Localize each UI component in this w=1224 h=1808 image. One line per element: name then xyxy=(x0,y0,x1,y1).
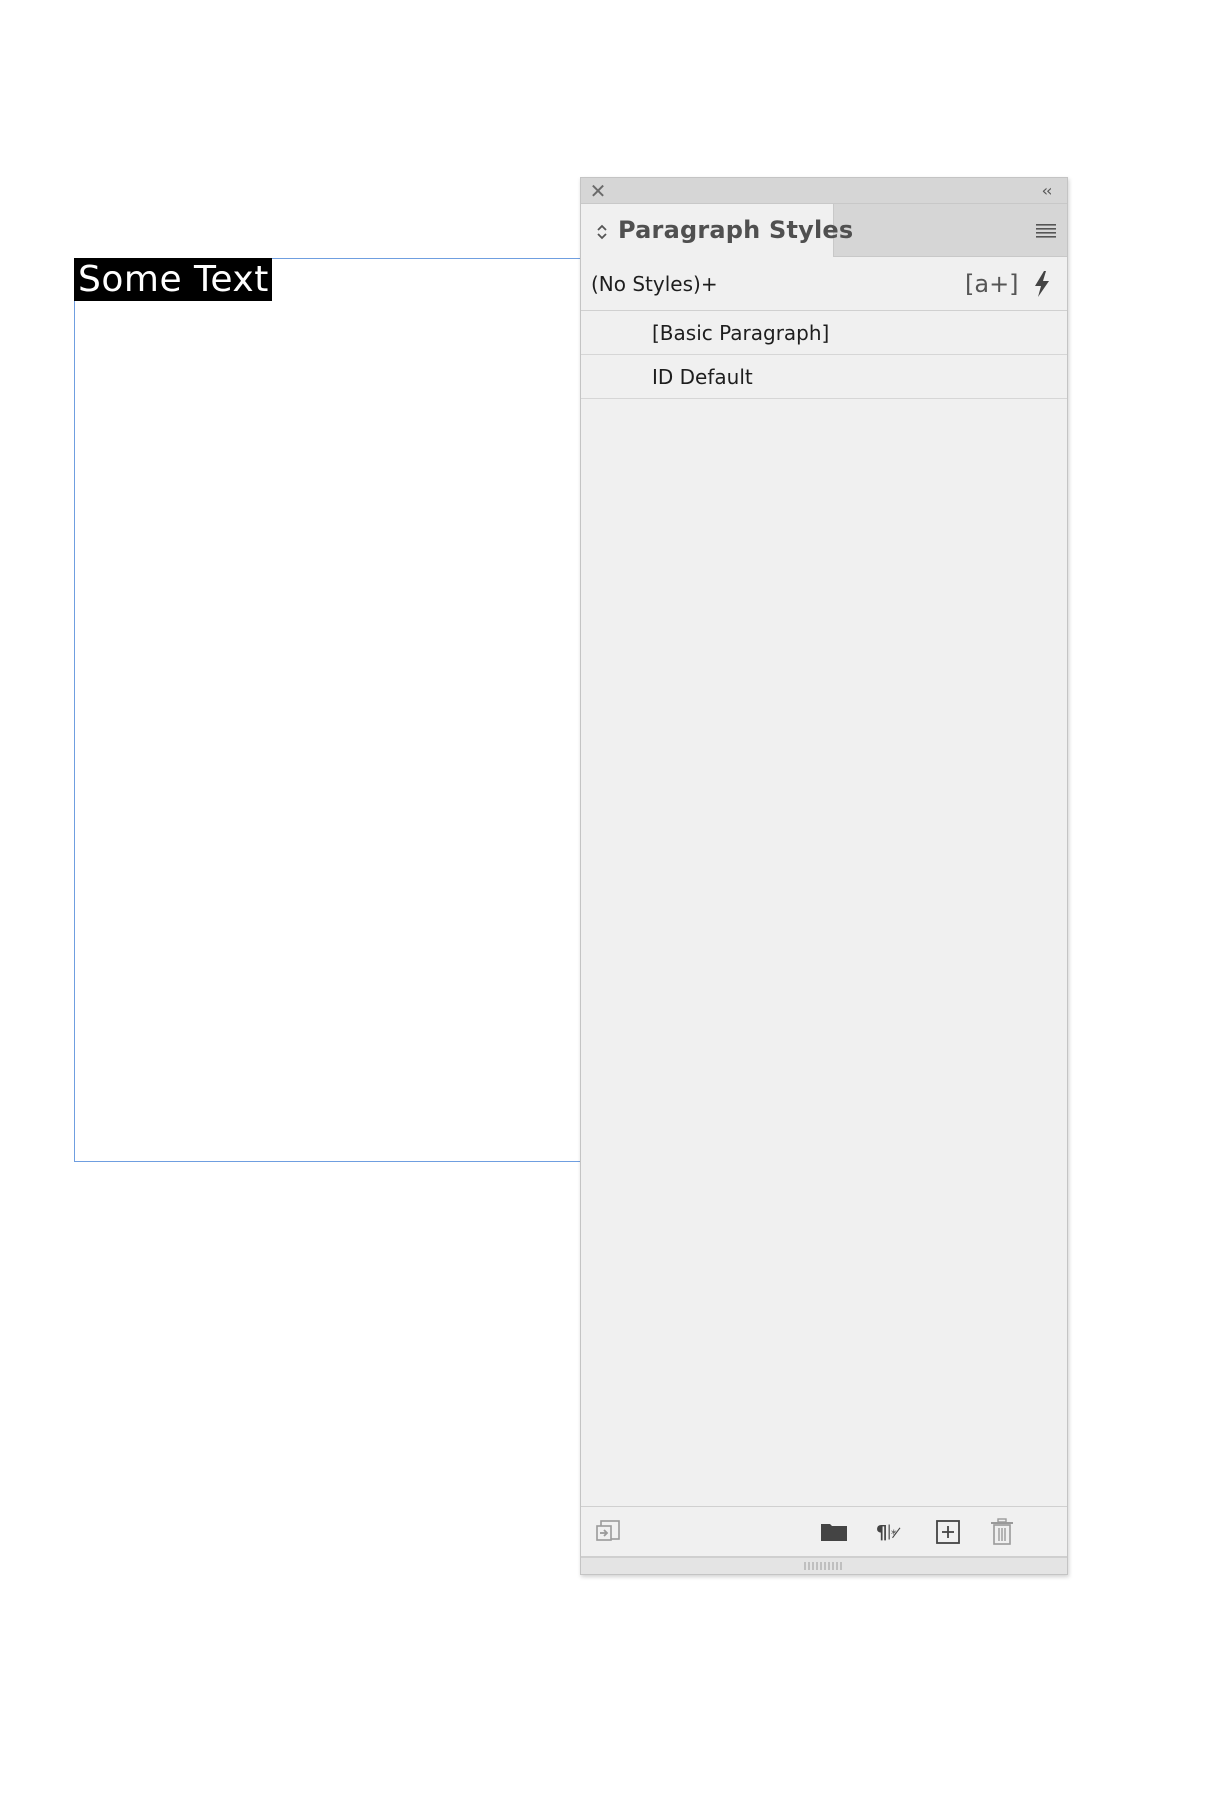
list-item[interactable]: ID Default xyxy=(581,355,1067,399)
clear-overrides-icon[interactable]: ¶ * xyxy=(875,1517,905,1547)
load-styles-icon[interactable] xyxy=(594,1517,624,1547)
text-frame[interactable] xyxy=(74,258,584,1162)
panel-titlebar[interactable]: ✕ ‹‹ xyxy=(581,178,1067,204)
style-list: [Basic Paragraph] ID Default xyxy=(581,311,1067,399)
list-item[interactable]: [Basic Paragraph] xyxy=(581,311,1067,355)
panel-tab-strip: Paragraph Styles xyxy=(581,204,1067,257)
new-group-folder-icon[interactable] xyxy=(819,1517,849,1547)
hamburger-menu-icon[interactable] xyxy=(1035,223,1057,239)
lightning-bolt-icon[interactable] xyxy=(1029,269,1055,299)
panel-footer: ¶ * xyxy=(581,1506,1067,1556)
collapse-double-chevron-icon[interactable]: ‹‹ xyxy=(1035,181,1057,201)
new-style-icon[interactable] xyxy=(933,1517,963,1547)
document-page: Some Text ✕ ‹‹ Paragraph Styles (No Styl… xyxy=(0,0,1224,1808)
delete-trash-icon[interactable] xyxy=(987,1517,1017,1547)
create-style-icon[interactable]: [a+] xyxy=(965,269,1019,299)
current-style-label: (No Styles)+ xyxy=(591,272,718,296)
style-item-label: ID Default xyxy=(652,365,753,389)
paragraph-styles-panel: ✕ ‹‹ Paragraph Styles (No Styles)+ [a+] xyxy=(580,177,1068,1575)
tab-paragraph-styles[interactable]: Paragraph Styles xyxy=(581,204,853,257)
svg-text:¶: ¶ xyxy=(876,1523,888,1544)
up-down-arrows-icon[interactable] xyxy=(595,221,609,243)
grip-lines-icon[interactable] xyxy=(803,1561,843,1571)
selected-text[interactable]: Some Text xyxy=(74,258,272,301)
panel-resize-grip[interactable] xyxy=(581,1556,1067,1574)
current-style-row: (No Styles)+ [a+] xyxy=(581,257,1067,311)
panel-title: Paragraph Styles xyxy=(618,216,854,244)
close-icon[interactable]: ✕ xyxy=(587,180,609,202)
style-item-label: [Basic Paragraph] xyxy=(652,321,830,345)
